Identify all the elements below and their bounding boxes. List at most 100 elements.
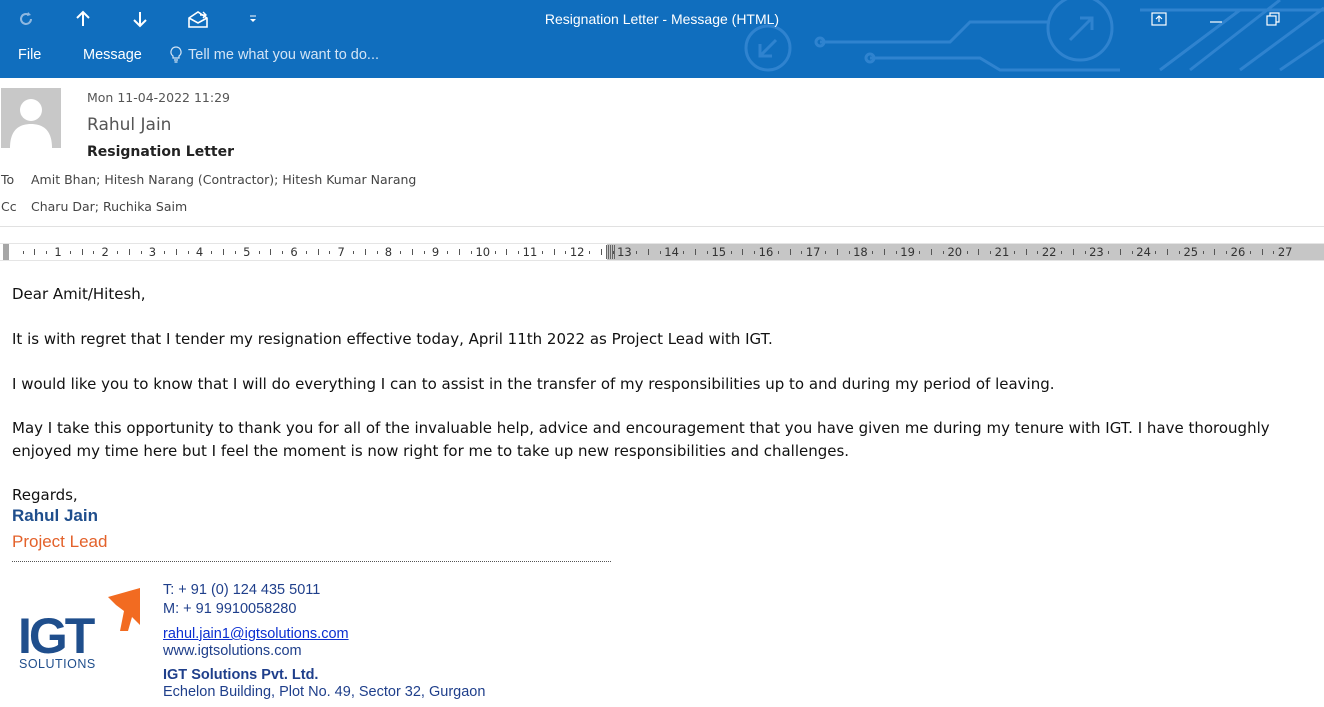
ruler-tick [506,249,508,255]
ruler-tick [707,251,708,254]
ruler-tick [1202,251,1204,254]
ruler-number: 3 [148,245,157,259]
cc-label: Cc [1,199,17,214]
tell-me-search[interactable]: Tell me what you want to do... [170,46,379,63]
ruler-tick [943,251,944,254]
ruler-tick [22,251,24,254]
ruler-tick [565,251,567,254]
signature-divider [12,561,611,562]
ruler-tick [990,251,992,254]
ruler-tick [1013,251,1015,254]
ruler-tick [1061,251,1062,254]
ruler-number: 13 [617,245,632,259]
ruler-number: 5 [243,245,251,259]
ruler-tick [636,251,638,254]
ruler-tick [117,251,118,254]
cc-recipients[interactable]: Charu Dar; Ruchika Saim [31,199,187,214]
ruler-tick [777,251,779,254]
ruler-tick [518,251,520,254]
ribbon-display-options-icon[interactable] [1144,6,1174,32]
ruler-tick [978,249,980,255]
closing: Regards, [12,486,78,504]
ruler-number: 26 [1230,245,1246,259]
ruler-tick [589,251,590,254]
ruler-tick [235,251,236,254]
signature-website: www.igtsolutions.com [163,643,302,659]
ruler-number: 22 [1041,245,1057,259]
ruler-right-margin-marker[interactable] [606,245,615,259]
ruler-tick [742,249,744,255]
ruler-number: 7 [337,245,345,259]
ruler-tick [1120,249,1121,255]
ruler-number: 2 [101,245,109,259]
ruler-tick [754,251,756,254]
to-recipients[interactable]: Amit Bhan; Hitesh Narang (Contractor); H… [31,172,416,187]
ruler-tick [848,251,850,254]
tab-file[interactable]: File [18,47,41,63]
ruler-tick [1273,251,1275,254]
ruler[interactable]: 1 2 3 4 5 6 7 8 9 10 11 12 13 14 15 16 17 18 19 20 21 22 23 24 2… [0,243,1324,261]
igt-solutions-logo: IGT SOLUTIONS [18,588,140,671]
ruler-tick [258,251,260,254]
ruler-tick [400,251,402,254]
ruler-tick [919,251,921,254]
ruler-tick [329,251,331,254]
ruler-tick [872,251,874,254]
paragraph-2: I would like you to know that I will do … [12,375,1055,393]
ruler-tick [93,251,95,254]
ruler-number: 16 [758,245,774,259]
ruler-tick [223,249,225,255]
ruler-tick [1226,251,1228,254]
ruler-tick [648,249,649,255]
header-divider [0,226,1324,227]
ruler-tick [211,251,213,254]
ruler-tick [1037,251,1039,254]
ruler-number: 6 [290,245,298,259]
ruler-tick [895,251,897,254]
signature-email-link[interactable]: rahul.jain1@igtsolutions.com [163,626,349,642]
ruler-tick [305,251,307,254]
ruler-tick [553,249,555,255]
signature-phone: T: + 91 (0) 124 435 5011 [163,582,321,598]
ruler-tick [730,251,732,254]
ruler-tick [1155,251,1157,254]
ruler-tick [1167,249,1169,255]
ruler-tick [364,249,366,255]
ruler-tick [471,251,472,254]
ruler-tick [541,251,543,254]
ruler-tick [69,251,71,254]
restore-icon[interactable] [1258,6,1288,32]
ruler-number: 19 [900,245,915,259]
logo-subtext: SOLUTIONS [19,657,96,671]
tab-message[interactable]: Message [83,47,142,63]
ruler-tick [128,249,130,255]
ruler-tick [1131,251,1133,254]
ruler-number: 10 [475,245,491,259]
ruler-tick [81,249,83,255]
minimize-icon[interactable] [1201,6,1231,32]
message-date: Mon 11-04-2022 11:29 [87,90,230,105]
paragraph-1: It is with regret that I tender my resig… [12,330,773,348]
sender-avatar [1,88,61,148]
ruler-left-indent[interactable] [3,244,9,260]
ruler-number: 18 [853,245,868,259]
ruler-number: 4 [195,245,204,259]
ruler-tick [659,251,661,254]
ruler-tick [46,251,48,254]
ruler-tick [695,249,697,255]
ruler-tick [884,249,885,255]
ruler-tick [1261,249,1263,255]
ruler-tick [187,251,189,254]
sender-name[interactable]: Rahul Jain [87,115,171,135]
ruler-tick [1072,249,1074,255]
lightbulb-icon [170,46,182,63]
ruler-tick [140,251,142,254]
greeting: Dear Amit/Hitesh, [12,285,146,303]
ruler-tick [164,251,166,254]
ruler-tick [825,251,826,254]
ruler-number: 11 [522,245,538,259]
ruler-tick [801,251,803,254]
ruler-tick [412,249,413,255]
ruler-tick [423,251,425,254]
signature-title: Project Lead [12,532,108,551]
